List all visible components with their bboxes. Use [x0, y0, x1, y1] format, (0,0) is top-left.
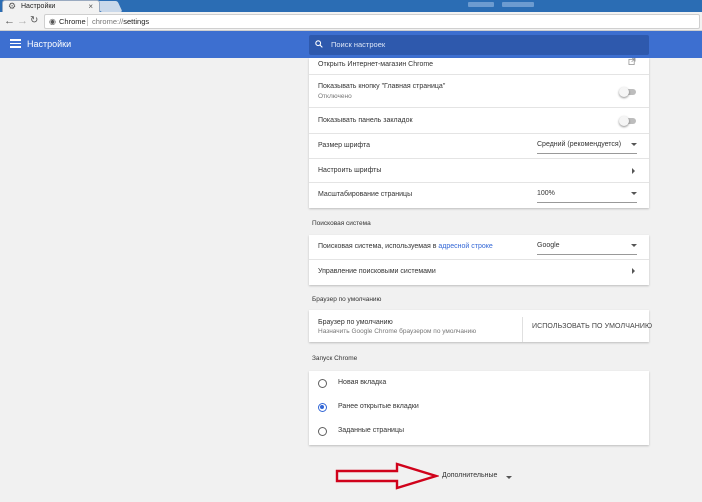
close-tab-icon[interactable]: × [88, 2, 93, 11]
default-browser-section-title: Браузер по умолчанию [312, 296, 382, 303]
dropdown-caret-icon [631, 244, 637, 247]
make-default-button[interactable]: ИСПОЛЬЗОВАТЬ ПО УМОЛЧАНИЮ [532, 323, 652, 330]
url-scheme: chrome:// [92, 17, 124, 26]
url-text[interactable]: chrome://settings [92, 15, 149, 28]
page-zoom-value: 100% [537, 190, 555, 197]
default-browser-description: Назначить Google Chrome браузером по умо… [318, 328, 477, 335]
info-icon[interactable]: ◉ [49, 15, 56, 28]
gear-icon: ⚙ [8, 1, 17, 11]
dropdown-caret-icon[interactable] [506, 476, 512, 479]
search-input[interactable]: Поиск настроек [309, 35, 649, 55]
tab-title: Настройки [21, 3, 56, 10]
radio-new-tab[interactable] [318, 379, 327, 388]
customize-fonts-row[interactable]: Настроить шрифты [309, 159, 649, 183]
advanced-toggle[interactable]: Дополнительные [442, 472, 497, 479]
bookmarks-bar-row[interactable]: Показывать панель закладок [309, 108, 649, 132]
arrow-right-icon[interactable] [632, 168, 635, 174]
vertical-separator [522, 317, 523, 342]
bookmarks-bar-label: Показывать панель закладок [318, 117, 413, 124]
reload-icon[interactable]: ↻ [30, 15, 38, 27]
startup-option-label: Новая вкладка [338, 379, 387, 386]
red-arrow-annotation [335, 462, 439, 490]
select-underline [537, 153, 637, 154]
open-web-store-label: Открыть Интернет-магазин Chrome [318, 61, 434, 68]
search-engine-label: Поисковая система, используемая в адресн… [318, 243, 493, 250]
font-size-select[interactable]: Средний (рекомендуется) [537, 141, 637, 154]
address-bar-link[interactable]: адресной строке [438, 243, 492, 250]
home-button-label: Показывать кнопку "Главная страница" [318, 83, 446, 90]
font-size-label: Размер шрифта [318, 142, 371, 149]
bookmarks-bar-toggle[interactable] [619, 116, 636, 126]
dropdown-caret-icon [631, 143, 637, 146]
startup-option-label: Заданные страницы [338, 427, 405, 434]
page-zoom-select[interactable]: 100% [537, 190, 637, 203]
font-size-value: Средний (рекомендуется) [537, 141, 622, 148]
site-chip: Chrome [59, 17, 86, 26]
home-button-toggle[interactable] [619, 87, 636, 97]
manage-search-engines-label: Управление поисковыми системами [318, 268, 436, 275]
home-button-row[interactable]: Показывать кнопку "Главная страница" Отк… [309, 75, 649, 105]
settings-header: Настройки Поиск настроек [0, 31, 702, 58]
search-engine-section-title: Поисковая система [312, 220, 371, 227]
radio-continue-session[interactable] [318, 403, 327, 412]
manage-search-engines-row[interactable]: Управление поисковыми системами [309, 260, 649, 285]
home-button-status: Отключено [318, 93, 352, 100]
menu-icon[interactable] [10, 39, 21, 48]
page-zoom-label: Масштабирование страницы [318, 191, 413, 198]
search-engine-select[interactable]: Google [537, 242, 637, 255]
search-engine-value: Google [537, 242, 560, 249]
select-underline [537, 254, 637, 255]
browser-toolbar: ← → ↻ ◉ Chrome chrome://settings [0, 12, 702, 31]
dropdown-caret-icon [631, 192, 637, 195]
search-engine-label-text: Поисковая система, используемая в [318, 243, 437, 250]
radio-specific-pages[interactable] [318, 427, 327, 436]
select-underline [537, 202, 637, 203]
search-placeholder: Поиск настроек [331, 40, 386, 49]
search-icon [315, 40, 323, 48]
back-icon[interactable]: ← [4, 15, 15, 27]
omnibox-separator [87, 17, 88, 26]
page-title: Настройки [27, 39, 72, 49]
appearance-card: Открыть Интернет-магазин Chrome Показыва… [309, 58, 649, 208]
external-link-icon[interactable] [628, 58, 636, 65]
customize-fonts-label: Настроить шрифты [318, 167, 382, 174]
default-browser-label: Браузер по умолчанию [318, 319, 393, 326]
address-bar[interactable]: ◉ Chrome chrome://settings [44, 14, 700, 29]
blurred-title-text [502, 2, 534, 7]
url-path: settings [123, 17, 150, 26]
arrow-right-icon[interactable] [632, 268, 635, 274]
forward-icon[interactable]: → [17, 15, 28, 27]
blurred-title-text [468, 2, 494, 7]
startup-option-label: Ранее открытые вкладки [338, 403, 419, 410]
open-web-store-row[interactable]: Открыть Интернет-магазин Chrome [309, 58, 649, 72]
startup-section-title: Запуск Chrome [312, 355, 358, 362]
